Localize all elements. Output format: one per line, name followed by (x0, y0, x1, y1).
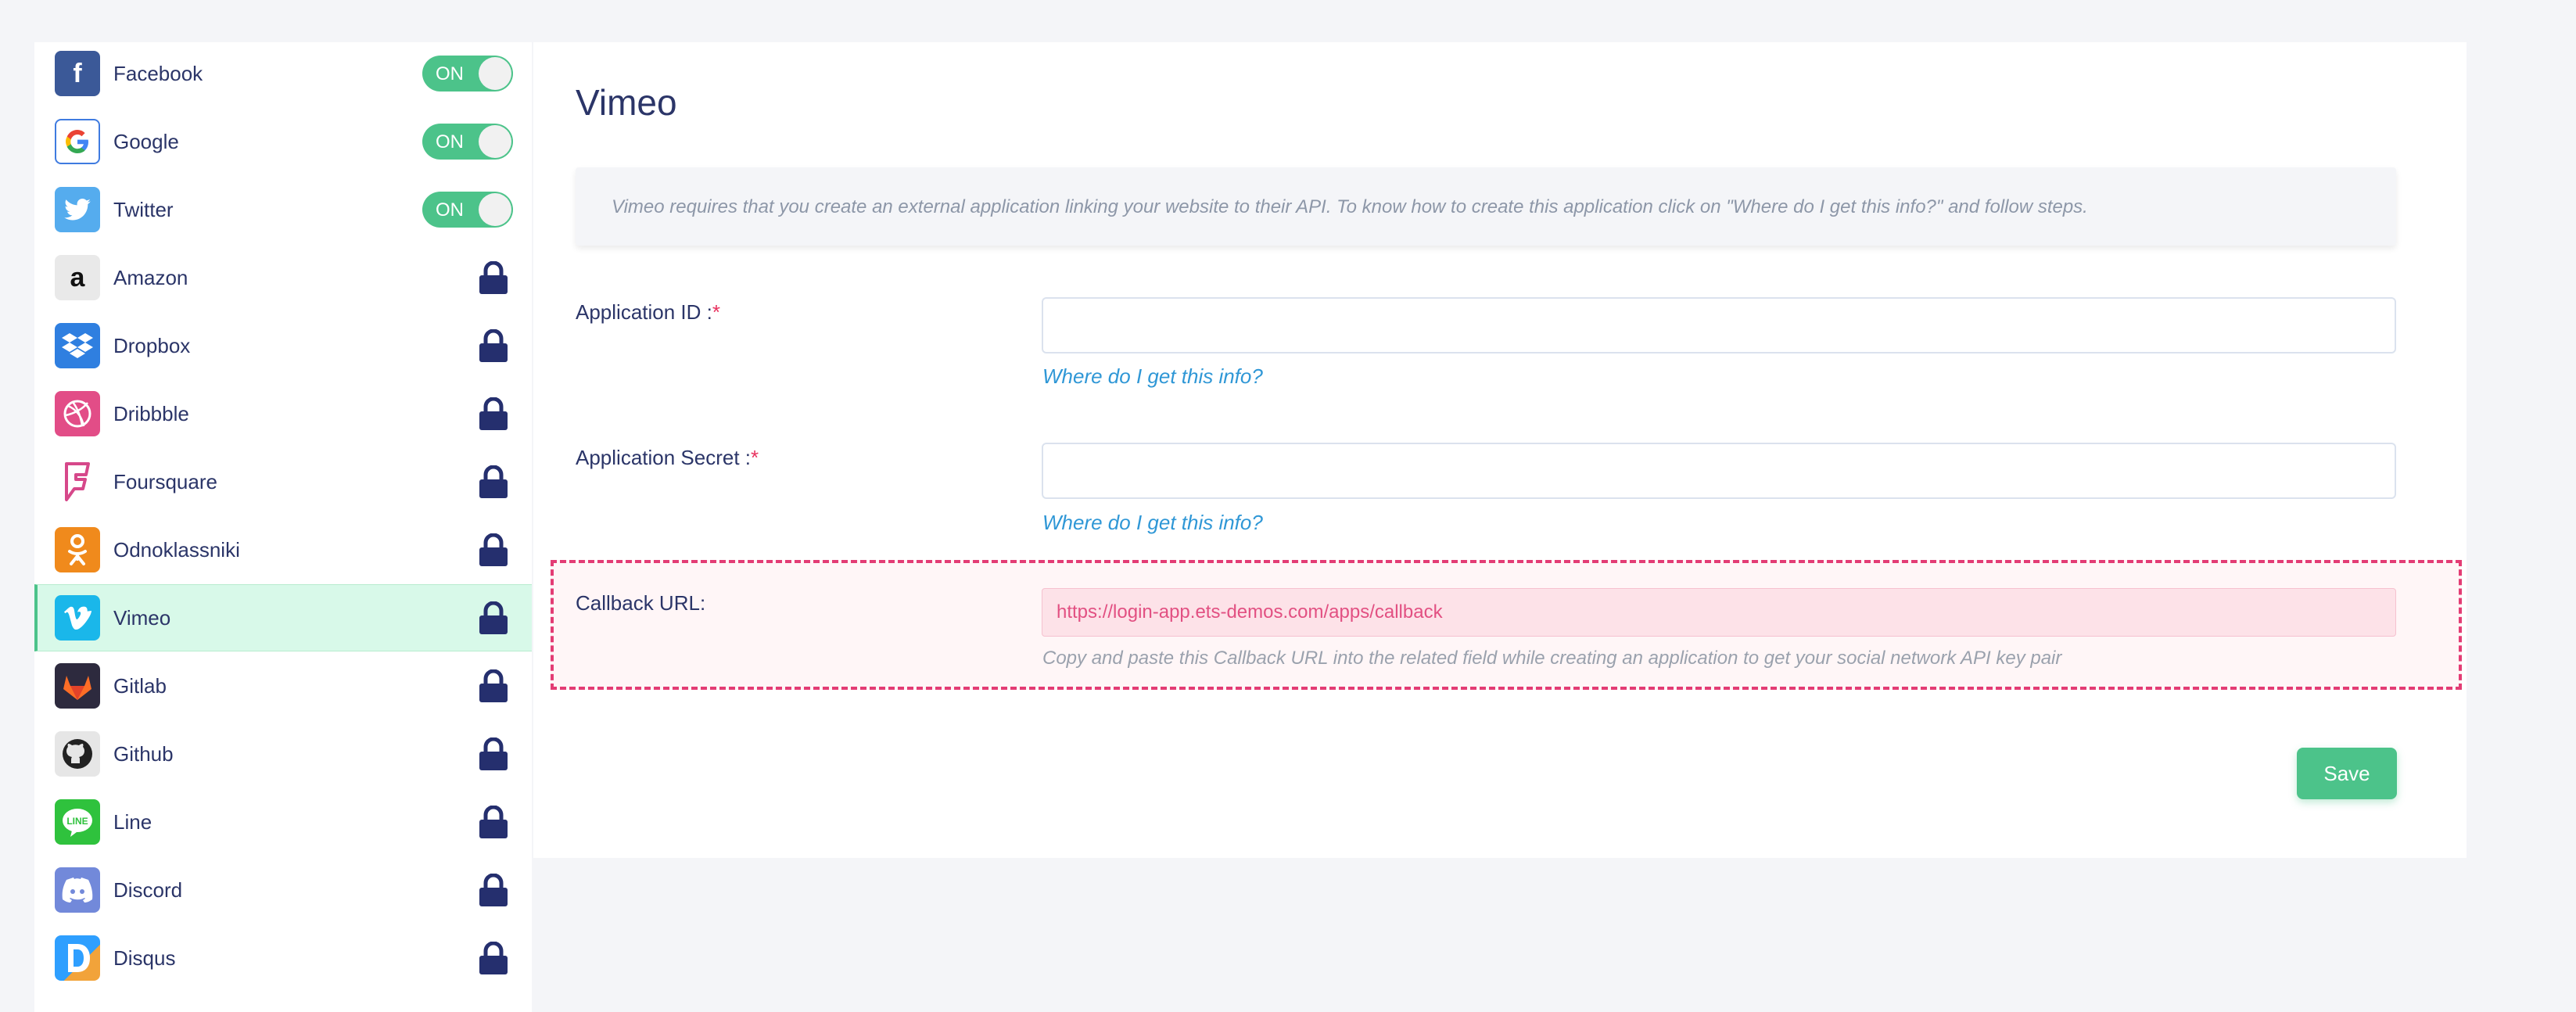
sidebar-item-label: Github (113, 741, 174, 766)
sidebar-item-twitter[interactable]: Twitter ON (34, 176, 532, 243)
svg-text:LINE: LINE (66, 816, 88, 827)
sidebar-item-amazon[interactable]: a Amazon (34, 244, 532, 311)
sidebar-item-label: Disqus (113, 946, 176, 970)
toggle-state: ON (436, 199, 464, 221)
amazon-icon: a (55, 255, 100, 300)
sidebar-item-label: Foursquare (113, 469, 217, 493)
google-toggle[interactable]: ON (422, 124, 513, 160)
sidebar-item-label: Amazon (113, 265, 188, 289)
lock-icon (479, 329, 508, 362)
line-icon: LINE (55, 799, 100, 845)
toggle-state: ON (436, 131, 464, 153)
discord-icon (55, 867, 100, 913)
toggle-knob (479, 125, 511, 158)
lock-icon (479, 601, 508, 634)
app-secret-label-text: Application Secret : (576, 446, 752, 469)
sidebar-item-discord[interactable]: Discord (34, 856, 532, 924)
lock-icon (479, 806, 508, 838)
sidebar-item-label: Line (113, 809, 152, 834)
lock-icon (479, 261, 508, 294)
callback-url-field[interactable]: https://login-app.ets-demos.com/apps/cal… (1042, 588, 2396, 637)
application-id-input[interactable] (1042, 297, 2396, 353)
app-id-label: Application ID :* (576, 300, 720, 325)
application-secret-input[interactable] (1042, 443, 2396, 499)
twitter-icon (55, 187, 100, 232)
callback-url-label: Callback URL: (576, 591, 706, 615)
sidebar-item-vimeo[interactable]: Vimeo (34, 584, 532, 651)
lock-icon (479, 397, 508, 430)
app-secret-help-link[interactable]: Where do I get this info? (1042, 511, 1263, 535)
sidebar-item-label: Facebook (113, 61, 203, 85)
required-mark: * (751, 446, 759, 469)
dribbble-icon (55, 391, 100, 436)
dropbox-icon (55, 323, 100, 368)
sidebar-item-google[interactable]: Google ON (34, 108, 532, 175)
toggle-state: ON (436, 63, 464, 84)
lock-icon (479, 465, 508, 498)
sidebar-item-label: Dropbox (113, 333, 191, 357)
github-icon (55, 731, 100, 777)
app-id-help-link[interactable]: Where do I get this info? (1042, 364, 1263, 389)
sidebar-item-foursquare[interactable]: Foursquare (34, 448, 532, 515)
save-button[interactable]: Save (2297, 748, 2397, 799)
vimeo-icon (55, 595, 100, 641)
app-secret-label: Application Secret :* (576, 446, 759, 470)
sidebar-item-label: Gitlab (113, 673, 167, 698)
required-mark: * (712, 300, 720, 324)
toggle-knob (479, 193, 511, 226)
google-icon (55, 119, 100, 164)
app-id-label-text: Application ID : (576, 300, 712, 324)
sidebar: f Facebook ON Google ON Twitter ON a Ama… (34, 42, 532, 1012)
callback-help-text: Copy and paste this Callback URL into th… (1042, 648, 2062, 669)
twitter-toggle[interactable]: ON (422, 192, 513, 228)
sidebar-item-dropbox[interactable]: Dropbox (34, 312, 532, 379)
info-notice: Vimeo requires that you create an extern… (576, 167, 2396, 246)
sidebar-item-github[interactable]: Github (34, 720, 532, 788)
lock-icon (479, 942, 508, 974)
sidebar-item-gitlab[interactable]: Gitlab (34, 652, 532, 720)
lock-icon (479, 533, 508, 566)
gitlab-icon (55, 663, 100, 709)
sidebar-item-label: Google (113, 129, 179, 153)
sidebar-item-odnoklassniki[interactable]: Odnoklassniki (34, 516, 532, 583)
facebook-icon: f (55, 51, 100, 96)
notice-text: Vimeo requires that you create an extern… (612, 196, 2088, 217)
sidebar-item-label: Odnoklassniki (113, 537, 240, 562)
lock-icon (479, 737, 508, 770)
sidebar-item-disqus[interactable]: Disqus (34, 924, 532, 992)
lock-icon (479, 669, 508, 702)
facebook-toggle[interactable]: ON (422, 56, 513, 92)
sidebar-item-label: Dribbble (113, 401, 189, 425)
sidebar-item-label: Vimeo (113, 605, 171, 630)
lock-icon (479, 874, 508, 906)
sidebar-item-facebook[interactable]: f Facebook ON (34, 40, 532, 107)
sidebar-item-label: Discord (113, 877, 183, 902)
disqus-icon (55, 935, 100, 981)
sidebar-item-line[interactable]: LINE Line (34, 788, 532, 856)
sidebar-item-dribbble[interactable]: Dribbble (34, 380, 532, 447)
page-title: Vimeo (576, 82, 677, 123)
odnoklassniki-icon (55, 527, 100, 572)
toggle-knob (479, 57, 511, 90)
sidebar-item-label: Twitter (113, 197, 174, 221)
foursquare-icon (55, 459, 100, 504)
